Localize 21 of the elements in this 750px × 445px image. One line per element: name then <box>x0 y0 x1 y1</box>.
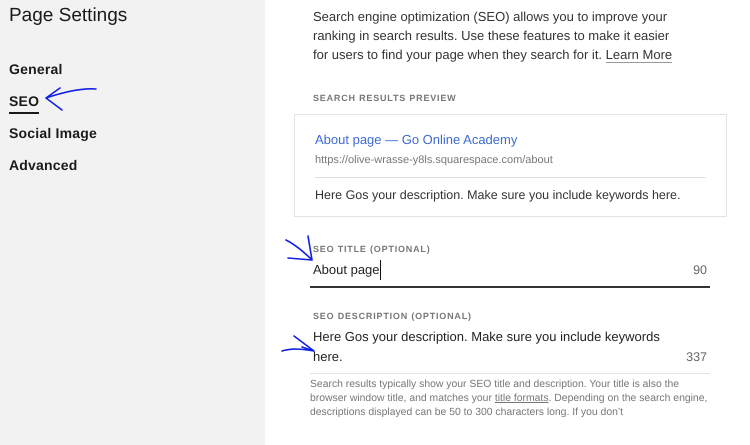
learn-more-link[interactable]: Learn More <box>606 47 672 63</box>
sidebar-item[interactable]: SEO <box>9 92 40 114</box>
text-input[interactable]: About page <box>313 260 381 280</box>
character-count: 90 <box>693 262 707 279</box>
page-title: Page Settings <box>9 4 128 28</box>
sidebar-item[interactable]: Advanced <box>9 156 78 178</box>
pen-arrow-drawing <box>42 86 98 112</box>
preview-url: https://olive-wrasse-y8ls.squarespace.com/about <box>315 153 706 178</box>
section-heading: SEARCH RESULTS PREVIEW <box>313 92 458 104</box>
title-formats-link[interactable]: title formats <box>494 393 549 404</box>
field-label: SEO DESCRIPTION (OPTIONAL) <box>313 310 473 322</box>
text-input[interactable]: Here Gos your description. Make sure you include keywords here. <box>313 327 663 367</box>
sidebar-item[interactable]: Social Image <box>9 124 97 146</box>
field-label: SEO TITLE (OPTIONAL) <box>313 243 432 255</box>
intro-text: Search engine optimization (SEO) allows you to improve your ranking in search results. Use these features to make it easier for users to find your page when they search for it. Learn More <box>313 8 673 64</box>
preview-description: Here Gos your description. Make sure you include keywords here. <box>315 187 682 204</box>
preview-title: About page — Go Online Academy <box>315 131 518 149</box>
sidebar-item[interactable]: General <box>9 60 63 82</box>
character-count: 337 <box>686 349 707 366</box>
help-text: Search results typically show your SEO title and description. Your title is also the browser window title, and matches your title formats. Depending on the search engine, descriptions displayed can be 50 to 300 characters long. If you don’t <box>310 378 708 420</box>
pen-arrow-drawing <box>284 234 314 264</box>
